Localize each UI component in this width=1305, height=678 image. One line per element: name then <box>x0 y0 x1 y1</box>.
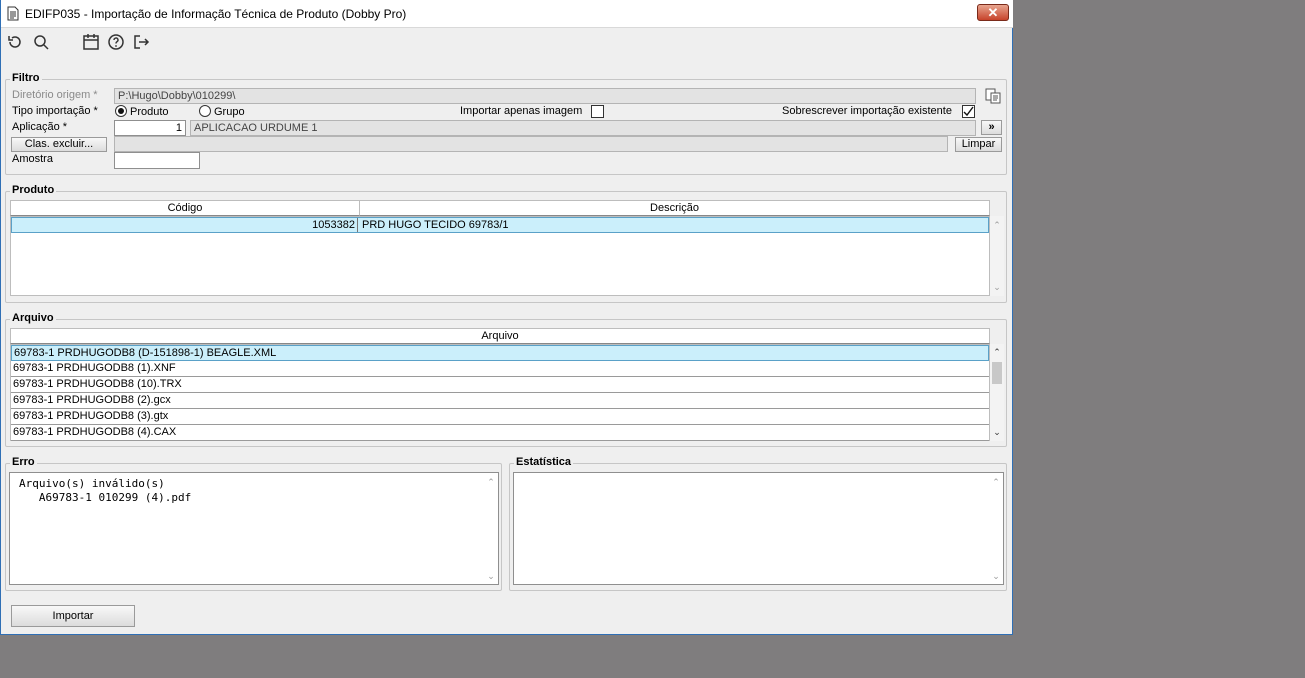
scroll-up-icon[interactable]: ⌃ <box>992 347 1002 357</box>
scroll-down-icon[interactable]: ⌄ <box>992 427 1002 437</box>
erro-line-1: Arquivo(s) inválido(s) <box>19 477 165 490</box>
radio-grupo[interactable] <box>199 105 211 117</box>
help-icon[interactable] <box>107 33 125 51</box>
arquivo-group: Arquivo Arquivo 69783-1 PRDHUGODB8 (D-15… <box>5 312 1007 447</box>
importar-button[interactable]: Importar <box>11 605 135 627</box>
document-icon <box>7 6 19 21</box>
arquivo-grid: 69783-1 PRDHUGODB8 (D-151898-1) BEAGLE.X… <box>10 344 990 441</box>
table-row[interactable]: 1053382 PRD HUGO TECIDO 69783/1 <box>11 217 989 233</box>
toolbar <box>1 29 1013 55</box>
scroll-up-icon[interactable]: ⌃ <box>991 477 1001 487</box>
title-bar: EDIFP035 - Importação de Informação Técn… <box>1 0 1013 28</box>
search-icon[interactable] <box>32 33 50 51</box>
clas-excluir-field <box>114 136 948 152</box>
scroll-up-icon[interactable]: ⌃ <box>992 220 1002 230</box>
list-item[interactable]: 69783-1 PRDHUGODB8 (2).gcx <box>11 393 989 409</box>
radio-produto[interactable] <box>115 105 127 117</box>
tipo-importacao-label: Tipo importação * <box>12 105 98 117</box>
aplicacao-label: Aplicação * <box>12 121 68 133</box>
limpar-button[interactable]: Limpar <box>955 137 1002 152</box>
erro-line-2: A69783-1 010299 (4).pdf <box>19 491 192 504</box>
scroll-up-icon[interactable]: ⌃ <box>486 477 496 487</box>
scroll-down-icon[interactable]: ⌄ <box>991 571 1001 581</box>
amostra-input[interactable] <box>114 152 200 169</box>
produto-legend: Produto <box>10 184 57 196</box>
list-item[interactable]: 69783-1 PRDHUGODB8 (1).XNF <box>11 361 989 377</box>
sobrescrever-label: Sobrescrever importação existente <box>782 105 952 117</box>
estatistica-textarea[interactable]: ⌃ ⌄ <box>513 472 1004 585</box>
produto-grid: 1053382 PRD HUGO TECIDO 69783/1 <box>10 216 990 296</box>
arquivo-legend: Arquivo <box>10 312 56 324</box>
list-item[interactable]: 69783-1 PRDHUGODB8 (4).CAX <box>11 425 989 441</box>
estatistica-legend: Estatística <box>514 456 574 468</box>
main-window: EDIFP035 - Importação de Informação Técn… <box>0 0 1013 635</box>
erro-textarea[interactable]: Arquivo(s) inválido(s) A69783-1 010299 (… <box>9 472 499 585</box>
diretorio-label: Diretório origem * <box>12 89 98 101</box>
list-item[interactable]: 69783-1 PRDHUGODB8 (D-151898-1) BEAGLE.X… <box>11 345 989 361</box>
cell-descricao: PRD HUGO TECIDO 69783/1 <box>362 219 509 231</box>
checkmark-icon <box>963 106 974 117</box>
diretorio-field: P:\Hugo\Dobby\010299\ <box>114 88 976 104</box>
column-header-descricao[interactable]: Descrição <box>359 200 990 216</box>
close-button[interactable]: ✕ <box>977 4 1009 21</box>
column-header-codigo[interactable]: Código <box>10 200 360 216</box>
arquivo-scrollbar[interactable]: ⌃ ⌄ <box>990 344 1004 441</box>
cell-codigo: 1053382 <box>12 218 358 232</box>
clas-excluir-button[interactable]: Clas. excluir... <box>11 137 107 152</box>
aplicacao-lookup-button[interactable]: » <box>981 120 1002 135</box>
scroll-thumb[interactable] <box>992 362 1002 384</box>
list-item[interactable]: 69783-1 PRDHUGODB8 (3).gtx <box>11 409 989 425</box>
column-header-arquivo[interactable]: Arquivo <box>10 328 990 344</box>
radio-produto-label: Produto <box>130 106 169 118</box>
aplicacao-code-input[interactable]: 1 <box>114 120 186 136</box>
folder-browse-icon[interactable] <box>984 87 1002 105</box>
sobrescrever-checkbox[interactable] <box>962 105 975 118</box>
window-title: EDIFP035 - Importação de Informação Técn… <box>25 7 407 21</box>
produto-scrollbar[interactable]: ⌃ ⌄ <box>990 216 1004 296</box>
refresh-icon[interactable] <box>6 33 24 51</box>
filtro-group: Filtro Diretório origem * P:\Hugo\Dobby\… <box>5 72 1007 175</box>
aplicacao-desc-field: APLICACAO URDUME 1 <box>190 120 976 136</box>
scroll-down-icon[interactable]: ⌄ <box>486 571 496 581</box>
amostra-label: Amostra <box>12 153 53 165</box>
estatistica-group: Estatística ⌃ ⌄ <box>509 456 1007 591</box>
exit-icon[interactable] <box>132 33 150 51</box>
calendar-icon[interactable] <box>82 33 100 51</box>
filtro-legend: Filtro <box>10 72 42 84</box>
scroll-down-icon[interactable]: ⌄ <box>992 282 1002 292</box>
erro-group: Erro Arquivo(s) inválido(s) A69783-1 010… <box>5 456 502 591</box>
erro-legend: Erro <box>10 456 37 468</box>
radio-grupo-label: Grupo <box>214 106 245 118</box>
produto-group: Produto Código Descrição 1053382 PRD HUG… <box>5 184 1007 303</box>
importar-imagem-label: Importar apenas imagem <box>460 105 583 117</box>
importar-imagem-checkbox[interactable] <box>591 105 604 118</box>
list-item[interactable]: 69783-1 PRDHUGODB8 (10).TRX <box>11 377 989 393</box>
